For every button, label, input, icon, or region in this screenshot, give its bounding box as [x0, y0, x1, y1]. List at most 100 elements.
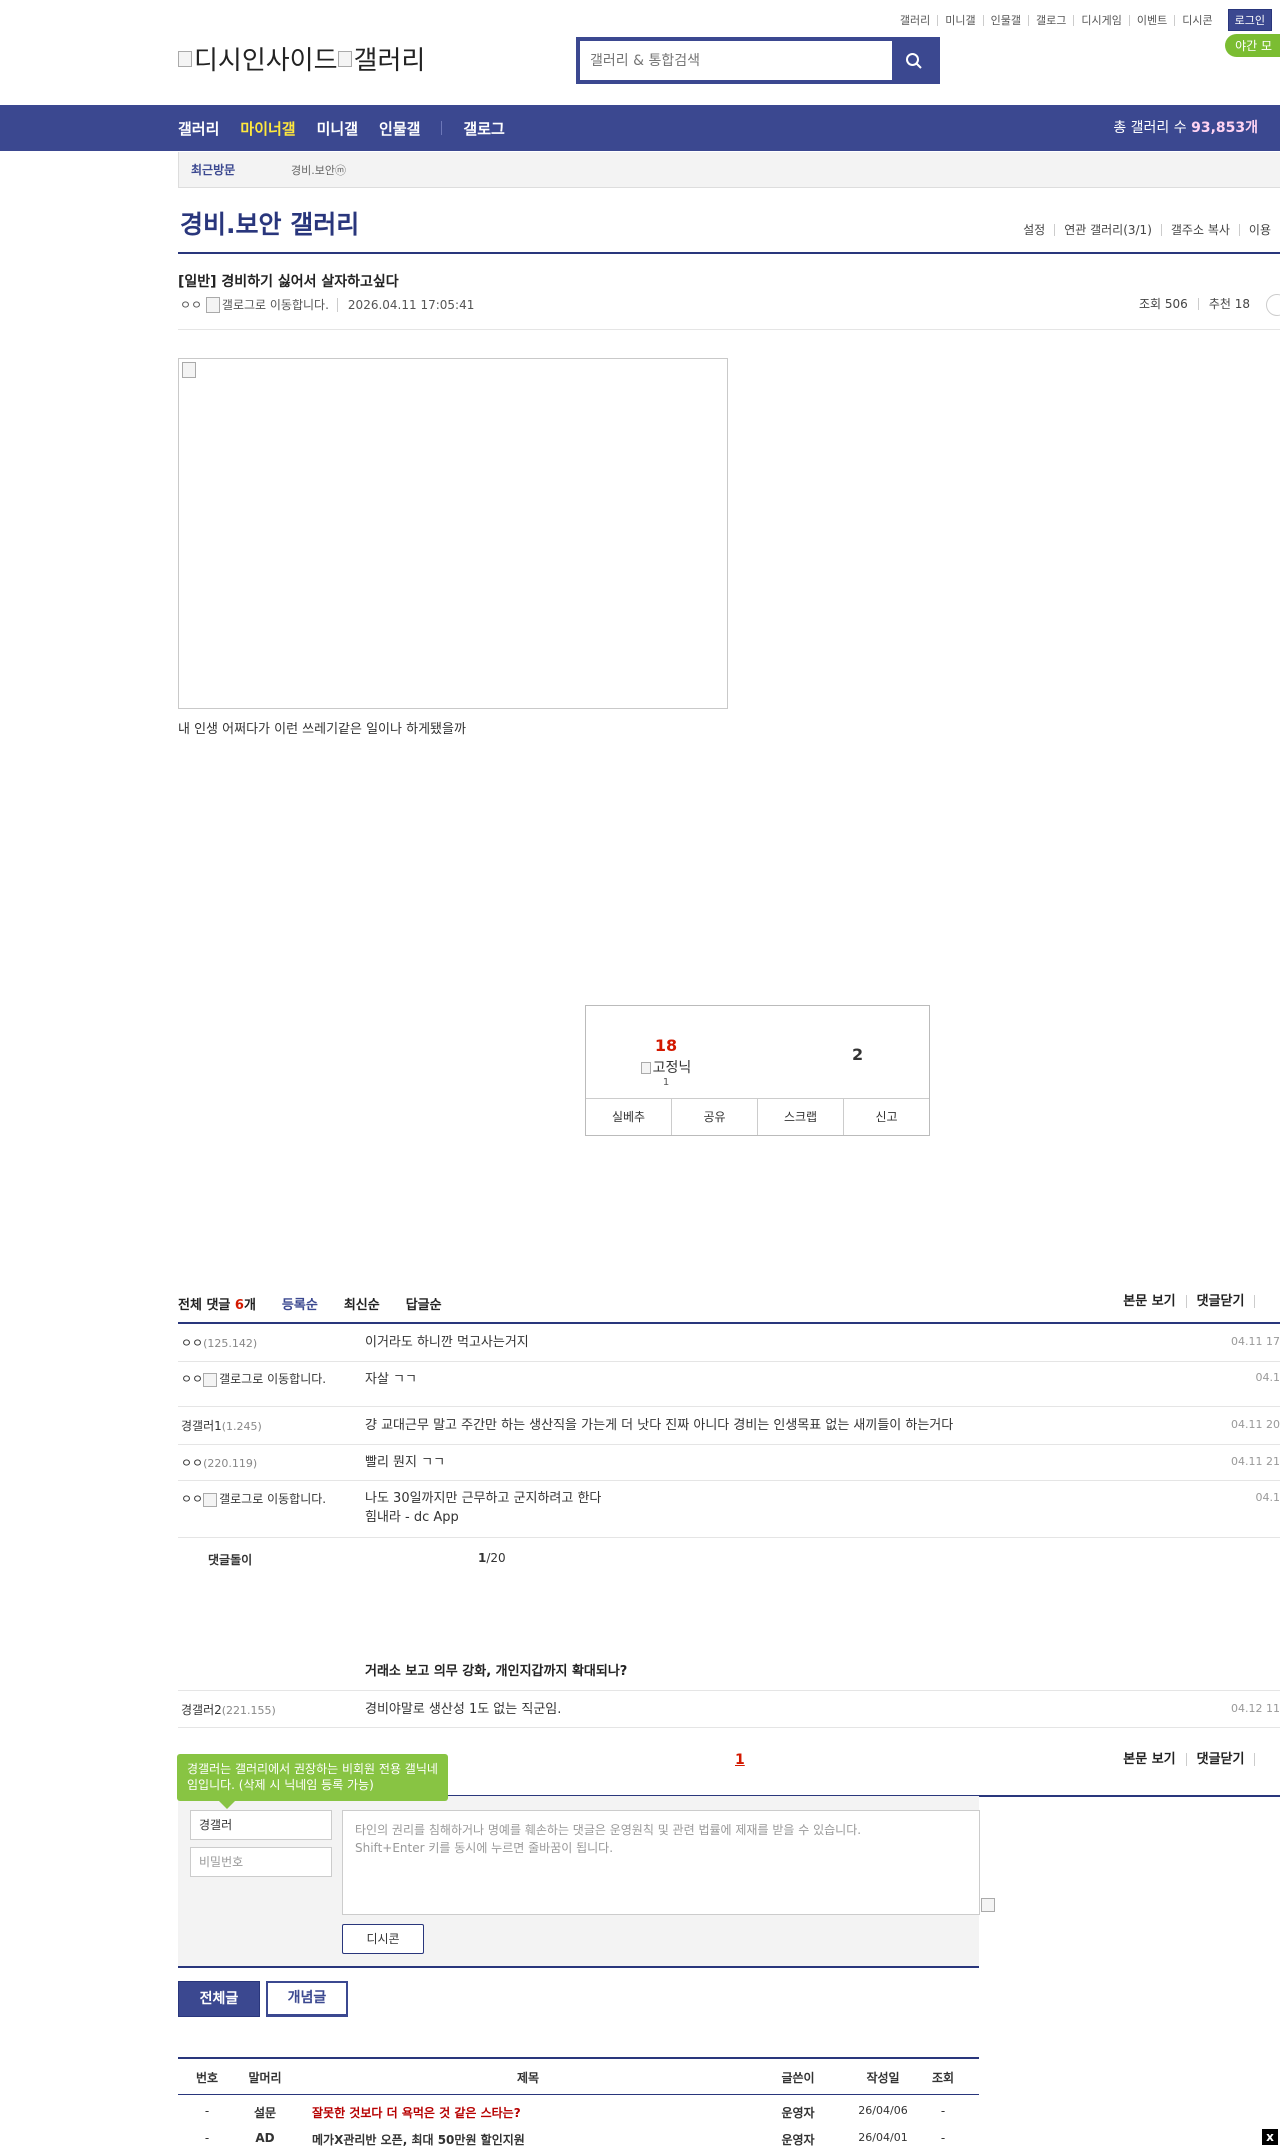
comment-bar: 전체 댓글 6개 등록순 최신순 답글순 [178, 1294, 442, 1313]
comment-total: 전체 댓글 6개 [178, 1298, 256, 1313]
related-gallery[interactable]: 연관 갤러리(3/1) [1054, 224, 1161, 236]
sort-registered[interactable]: 등록순 [282, 1294, 318, 1313]
comment-row: ㅇㅇ 갤로그로 이동합니다. 자살 ㄱㄱ 04.1 [178, 1362, 1280, 1407]
row-writer[interactable]: 운영자 [748, 2104, 848, 2121]
comment-nick[interactable]: ㅇㅇ 갤로그로 이동합니다. [181, 1372, 361, 1387]
comment-time: 04.1 [1255, 1371, 1280, 1384]
util-dcgame[interactable]: 디시게임 [1073, 14, 1128, 26]
divider [178, 2094, 979, 2095]
share-button[interactable]: 공유 [671, 1099, 757, 1135]
broken-image-icon [203, 1372, 218, 1387]
header-no: 번호 [195, 2071, 219, 2085]
best-posts-button[interactable]: 개념글 [266, 1981, 348, 2017]
comment-row: ㅇㅇ(125.142) 이거라도 하니깐 먹고사는거지 04.11 17 [178, 1324, 1280, 1362]
comment-row: ㅇㅇ(220.119) 빨리 뭔지 ㄱㄱ 04.11 21 [178, 1445, 1280, 1481]
recent-item[interactable]: 경비.보안ⓜ [291, 162, 346, 178]
nickname-tooltip: 경갤러는 갤러리에서 권장하는 비회원 전용 갤닉네임입니다. (삭제 시 닉네… [177, 1754, 448, 1809]
search-icon [906, 52, 922, 69]
silbechu-button[interactable]: 실베추 [586, 1099, 671, 1135]
close-icon[interactable]: x [1262, 2129, 1278, 2145]
search-bar [576, 37, 940, 84]
view-body-button[interactable]: 본문 보기 [1113, 1753, 1185, 1766]
site-logo[interactable]: 디시인사이드 갤러리 [178, 40, 425, 77]
comment-row: 경갤러1(1.245) 걍 교대근무 말고 주간만 하는 생산직을 가는게 더 … [178, 1407, 1280, 1445]
divider [178, 252, 1280, 254]
close-comments-button[interactable]: 댓글닫기 [1185, 1295, 1255, 1308]
close-comments-button[interactable]: 댓글닫기 [1185, 1753, 1255, 1766]
header-view: 조회 [931, 2071, 955, 2085]
recommend-count: 추천 18 [1197, 298, 1260, 310]
row-date: 26/04/06 [858, 2104, 908, 2117]
row-title[interactable]: 잘못한 것보다 더 욕먹은 것 같은 스타는? [312, 2104, 521, 2121]
ad-comment-title[interactable]: 거래소 보고 의무 강화, 개인지갑까지 확대되나? [365, 1660, 627, 1679]
comment-textarea[interactable]: 타인의 권리를 침해하거나 명예를 훼손하는 댓글은 운영원칙 및 관련 법률에… [342, 1810, 980, 1915]
broken-image-icon [182, 362, 196, 378]
row-title[interactable]: 메가X관리반 오픈, 최대 50만원 할인지원 [312, 2131, 525, 2148]
comment-time: 04.11 20 [1231, 1418, 1280, 1431]
util-persongall[interactable]: 인물갤 [982, 14, 1028, 26]
nickname-field[interactable]: 경갤러 [190, 1810, 332, 1840]
util-minigall[interactable]: 미니갤 [937, 14, 982, 26]
comment-menu-extra[interactable] [1254, 1753, 1280, 1766]
util-gallery[interactable]: 갤러리 [893, 15, 937, 26]
broken-image-icon [337, 50, 352, 67]
gnb-persongall[interactable]: 인물갤 [379, 118, 420, 139]
row-head: AD [255, 2131, 275, 2145]
comment-row: 경갤러2(221.155) 경비야말로 생산성 1도 없는 직군임. 04.12… [178, 1690, 1280, 1728]
reply-page[interactable]: 1/20 [478, 1551, 506, 1565]
comment-nick[interactable]: 경갤러1(1.245) [181, 1419, 361, 1434]
gnb-gallog[interactable]: 갤로그 [463, 118, 504, 139]
gnb-minigall[interactable]: 미니갤 [317, 118, 358, 139]
gallery-title[interactable]: 경비.보안 갤러리 [180, 205, 359, 241]
password-field[interactable]: 비밀번호 [190, 1847, 332, 1877]
divider [178, 2057, 979, 2059]
comment-circle-icon[interactable] [1266, 294, 1280, 316]
comment-time: 04.12 11 [1231, 1702, 1280, 1715]
row-writer[interactable]: 운영자 [748, 2131, 848, 2148]
sort-reply[interactable]: 답글순 [406, 1294, 442, 1313]
gallery-settings[interactable]: 설정 [1014, 224, 1054, 236]
recommend-up-button[interactable]: 18 고정닉 1 [626, 1036, 706, 1088]
gnb-gallery[interactable]: 갤러리 [178, 118, 219, 139]
post-body: 내 인생 어쩌다가 이런 쓰레기같은 일이나 하게됐을까 [178, 722, 466, 737]
search-button[interactable] [892, 41, 936, 80]
comment-menu-extra[interactable] [1254, 1295, 1280, 1308]
login-button[interactable]: 로그인 [1227, 9, 1272, 31]
search-input[interactable] [580, 41, 892, 80]
gallery-menu: 설정 연관 갤러리(3/1) 갤주소 복사 이용 [1014, 224, 1280, 236]
util-dccon[interactable]: 디시콘 [1174, 14, 1219, 26]
view-body-button[interactable]: 본문 보기 [1113, 1295, 1185, 1308]
dccon-button[interactable]: 디시콘 [342, 1924, 424, 1954]
row-no: - [204, 2104, 210, 2118]
comment-nick[interactable]: ㅇㅇ(220.119) [181, 1456, 361, 1471]
broken-image-icon[interactable] [981, 1898, 995, 1912]
sort-latest[interactable]: 최신순 [344, 1294, 380, 1313]
comment-row: ㅇㅇ 갤로그로 이동합니다. 나도 30일까지만 근무하고 군지하려고 한다 힘내라… [178, 1481, 1280, 1538]
total-label: 총 갤러리 수 [1113, 120, 1187, 136]
util-event[interactable]: 이벤트 [1128, 14, 1174, 26]
util-gallog[interactable]: 갤로그 [1028, 14, 1073, 26]
report-button[interactable]: 신고 [843, 1099, 929, 1135]
gnb-minorgall[interactable]: 마이너갤 [240, 118, 295, 139]
recommend-box: 18 고정닉 1 2 실베추 공유 스크랩 신고 [585, 1005, 930, 1136]
comment-nick[interactable]: ㅇㅇ(125.142) [181, 1336, 361, 1351]
usage[interactable]: 이용 [1238, 224, 1280, 236]
all-posts-button[interactable]: 전체글 [178, 1981, 260, 2017]
comment-text: 이거라도 하니깐 먹고사는거지 [365, 1335, 529, 1350]
comment-page-number[interactable]: 1 [735, 1752, 745, 1768]
comment-time: 04.11 17 [1231, 1335, 1280, 1348]
copy-address[interactable]: 갤주소 복사 [1160, 224, 1239, 236]
comment-nick[interactable]: ㅇㅇ 갤로그로 이동합니다. [181, 1492, 361, 1507]
comment-text: 걍 교대근무 말고 주간만 하는 생산직을 가는게 더 낫다 진짜 아니다 경비… [365, 1418, 954, 1433]
broken-image-icon [178, 50, 192, 67]
comment-right-menu-bottom: 본문 보기 댓글닫기 [1113, 1753, 1280, 1766]
fixed-nick-count: 1 [662, 1077, 670, 1088]
post-title: [일반] 경비하기 싫어서 살자하고싶다 [178, 274, 399, 290]
night-mode-button[interactable]: 야간 모 [1225, 34, 1280, 57]
scrap-button[interactable]: 스크랩 [757, 1099, 843, 1135]
post-author[interactable]: ㅇㅇ [180, 296, 202, 313]
gallog-link[interactable]: 갤로그로 이동합니다. [222, 296, 329, 313]
comment-nick[interactable]: 경갤러2(221.155) [181, 1703, 361, 1718]
reply-bot-label: 댓글돌이 [208, 1553, 253, 1567]
recommend-down-count[interactable]: 2 [852, 1045, 863, 1064]
